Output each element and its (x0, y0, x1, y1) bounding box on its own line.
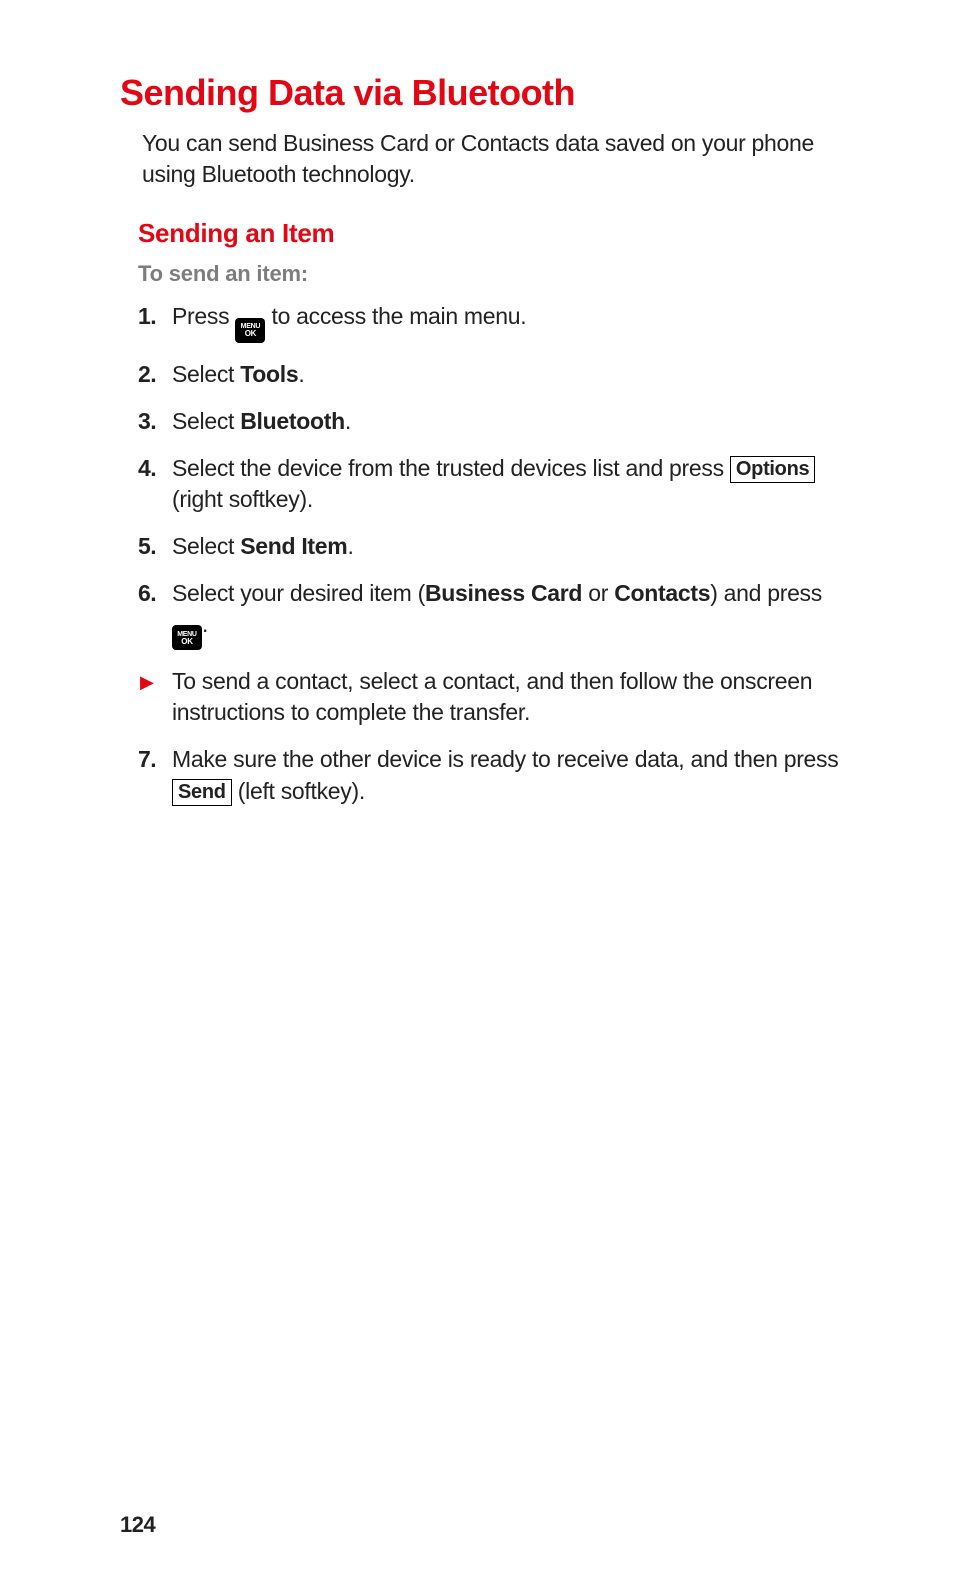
intro-paragraph: You can send Business Card or Contacts d… (142, 128, 854, 190)
step-number: 4. (138, 453, 156, 484)
step-bold: Business Card (425, 580, 582, 606)
step-number: 3. (138, 406, 156, 437)
step-text: Select (172, 408, 240, 434)
step-text: . (202, 611, 208, 637)
step-text: (left softkey). (232, 778, 365, 804)
triangle-bullet-icon: ▶ (140, 670, 154, 694)
step-text: Make sure the other device is ready to r… (172, 746, 838, 772)
step-2: 2. Select Tools. (138, 359, 854, 390)
menu-ok-key-icon: MENUOK (235, 318, 265, 343)
step-text: (right softkey). (172, 486, 313, 512)
step-text: . (298, 361, 304, 387)
step-text: Select (172, 533, 240, 559)
menu-ok-key-icon: MENUOK (172, 625, 202, 650)
step-number: 2. (138, 359, 156, 390)
step-number: 1. (138, 301, 156, 332)
step-text: . (345, 408, 351, 434)
step-text: Select (172, 361, 240, 387)
lead-text: To send an item: (138, 261, 854, 287)
step-text: Press (172, 303, 235, 329)
sub-bullet: ▶ To send a contact, select a contact, a… (138, 666, 854, 728)
step-number: 7. (138, 744, 156, 775)
send-softkey-icon: Send (172, 779, 232, 806)
step-1: 1. Press MENUOK to access the main menu. (138, 301, 854, 343)
step-7: 7. Make sure the other device is ready t… (138, 744, 854, 806)
step-number: 6. (138, 578, 156, 609)
step-text: Select the device from the trusted devic… (172, 455, 730, 481)
step-text: Select your desired item ( (172, 580, 425, 606)
step-bold: Tools (240, 361, 298, 387)
step-4: 4. Select the device from the trusted de… (138, 453, 854, 515)
section-subtitle: Sending an Item (138, 218, 854, 249)
step-bold: Contacts (614, 580, 710, 606)
options-softkey-icon: Options (730, 456, 815, 483)
step-text: . (347, 533, 353, 559)
step-bold: Bluetooth (240, 408, 345, 434)
step-bold: Send Item (240, 533, 347, 559)
step-number: 5. (138, 531, 156, 562)
page-number: 124 (120, 1512, 155, 1538)
manual-page: Sending Data via Bluetooth You can send … (0, 0, 954, 1590)
step-text: ) and press (710, 580, 822, 606)
sub-bullet-text: To send a contact, select a contact, and… (172, 668, 812, 725)
step-text: to access the main menu. (265, 303, 526, 329)
step-5: 5. Select Send Item. (138, 531, 854, 562)
steps-list: 1. Press MENUOK to access the main menu.… (138, 301, 854, 650)
step-text: or (582, 580, 614, 606)
step-6: 6. Select your desired item (Business Ca… (138, 578, 854, 651)
page-title: Sending Data via Bluetooth (120, 72, 854, 114)
steps-list-continued: 7. Make sure the other device is ready t… (138, 744, 854, 806)
step-3: 3. Select Bluetooth. (138, 406, 854, 437)
